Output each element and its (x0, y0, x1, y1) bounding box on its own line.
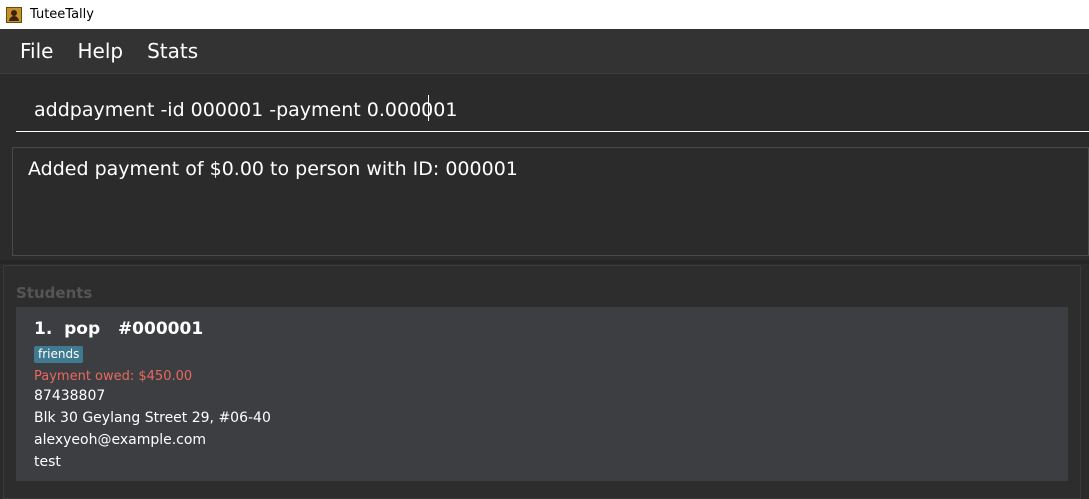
person-name: pop (64, 319, 101, 339)
command-input[interactable] (16, 88, 1089, 132)
result-display: Added payment of $0.00 to person with ID… (12, 147, 1089, 256)
person-header: 1. pop #000001 (34, 319, 203, 339)
menu-file[interactable]: File (20, 39, 53, 63)
menu-stats[interactable]: Stats (147, 39, 198, 63)
person-email: alexyeoh@example.com (34, 432, 207, 448)
student-list-panel: Students 1. pop #000001 friends Payment … (3, 265, 1081, 499)
person-address: Blk 30 Geylang Street 29, #06-40 (34, 410, 271, 426)
person-id: #000001 (117, 319, 204, 339)
panel-divider[interactable] (0, 260, 1089, 264)
menu-help[interactable]: Help (77, 39, 123, 63)
window-title: TuteeTally (30, 7, 94, 22)
result-message: Added payment of $0.00 to person with ID… (28, 158, 518, 180)
text-caret (428, 95, 429, 121)
list-heading: Students (16, 284, 93, 302)
payment-owed: Payment owed: $450.00 (34, 369, 193, 384)
person-phone: 87438807 (34, 388, 106, 404)
menu-bar: File Help Stats (0, 29, 1089, 73)
tag-badge: friends (34, 346, 84, 363)
person-card[interactable]: 1. pop #000001 friends Payment owed: $45… (16, 307, 1068, 481)
app-icon (6, 6, 22, 23)
command-box (0, 73, 1089, 144)
window-titlebar: TuteeTally (0, 0, 1089, 29)
person-index: 1. (34, 319, 53, 339)
person-remark: test (34, 454, 61, 470)
